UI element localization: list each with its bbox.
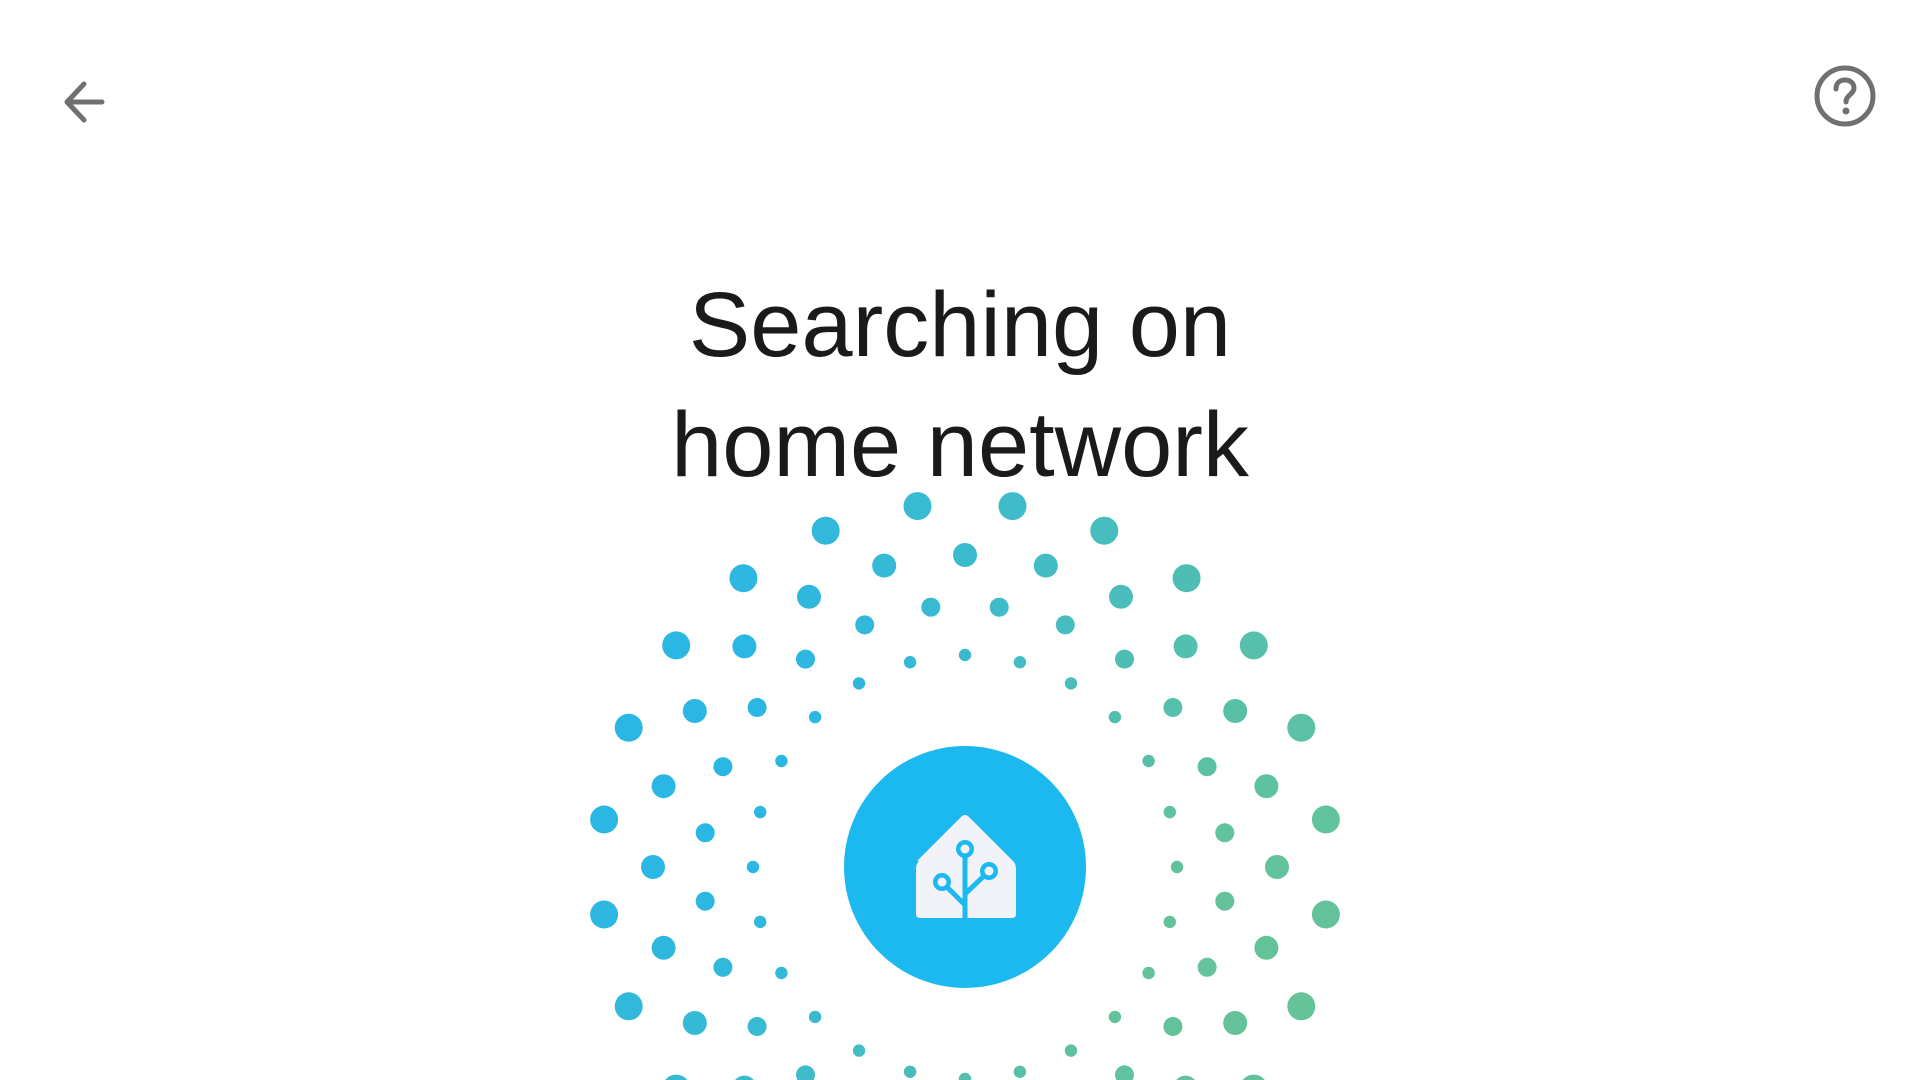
radar-dot [641,855,665,879]
radar-dot [1055,615,1075,635]
radar-dot [872,553,897,578]
radar-dot [1163,698,1183,717]
radar-dot [811,516,840,545]
radar-dot [732,634,757,659]
radar-dot [651,935,676,960]
radar-dot [958,648,972,662]
radar-dot [1163,805,1177,819]
radar-dot [713,757,733,777]
radar-dot [775,754,788,768]
radar-dot [695,823,715,843]
radar-dot [662,631,691,660]
radar-dot [590,805,619,834]
radar-dot [1197,757,1217,777]
radar-dot [775,966,788,980]
radar-dot [808,1010,822,1024]
radar-dot [796,649,815,669]
radar-dot [958,1072,972,1080]
radar-dot [921,597,941,617]
radar-dot [682,1011,707,1035]
radar-dot [797,584,821,609]
radar-dot [903,492,932,521]
radar-dot [614,713,643,742]
radar-dot [1064,677,1078,690]
radar-dot [1215,891,1235,911]
radar-dot [1287,713,1316,742]
radar-dot [1163,915,1177,929]
radar-dot [852,1044,866,1057]
radar-dot [1254,774,1279,799]
radar-dot [1108,1010,1122,1024]
radar-dot [1223,1011,1248,1035]
home-assistant-hub [844,746,1086,988]
radar-dot [1142,754,1155,768]
radar-dot [1223,699,1248,723]
radar-dot [1242,1074,1265,1080]
discovery-screen: Searching on home network [0,0,1920,1080]
radar-dot [754,805,767,819]
radar-dot [1033,553,1058,578]
radar-dot [735,1075,754,1080]
radar-dot [1215,823,1235,843]
radar-dot [729,564,758,593]
radar-dot [808,710,822,724]
radar-dot [1239,631,1268,660]
radar-dot [1311,900,1340,929]
radar-dot [651,774,676,799]
radar-dot [1311,805,1340,834]
radar-dot [754,915,767,929]
radar-dot [1115,649,1134,669]
radar-dot [1142,966,1155,980]
radar-dot [747,698,767,717]
radar-dot [614,992,643,1021]
radar-dot [998,492,1027,521]
radar-dot [1176,1075,1195,1080]
radar-dot [1170,860,1184,874]
radar-dot [852,677,866,690]
radar-dot [747,1017,767,1036]
radar-dot [590,900,619,929]
radar-dot [1115,1065,1134,1080]
radar-dot [953,543,977,567]
radar-dot [1265,855,1289,879]
radar-dot [1163,1017,1183,1036]
radar-dot [1173,634,1198,659]
radar-dot [855,615,875,635]
radar-dot [1197,957,1217,977]
radar-dot [713,957,733,977]
radar-dot [903,656,917,669]
radar-dot [1013,1065,1027,1079]
radar-dot [695,891,715,911]
radar-dot [1108,710,1122,724]
radar-dot [746,860,760,874]
radar-dot [1064,1044,1078,1057]
radar-dot [1109,584,1133,609]
radar-dot [1287,992,1316,1021]
radar-dot [1254,935,1279,960]
radar-dot [903,1065,917,1079]
radar-dot [989,597,1009,617]
radar-dot [665,1074,688,1080]
radar-dot [796,1065,815,1080]
radar-dot [682,699,707,723]
radar-dot [1090,516,1119,545]
radar-dot [1013,656,1027,669]
radar-dot [1172,564,1201,593]
